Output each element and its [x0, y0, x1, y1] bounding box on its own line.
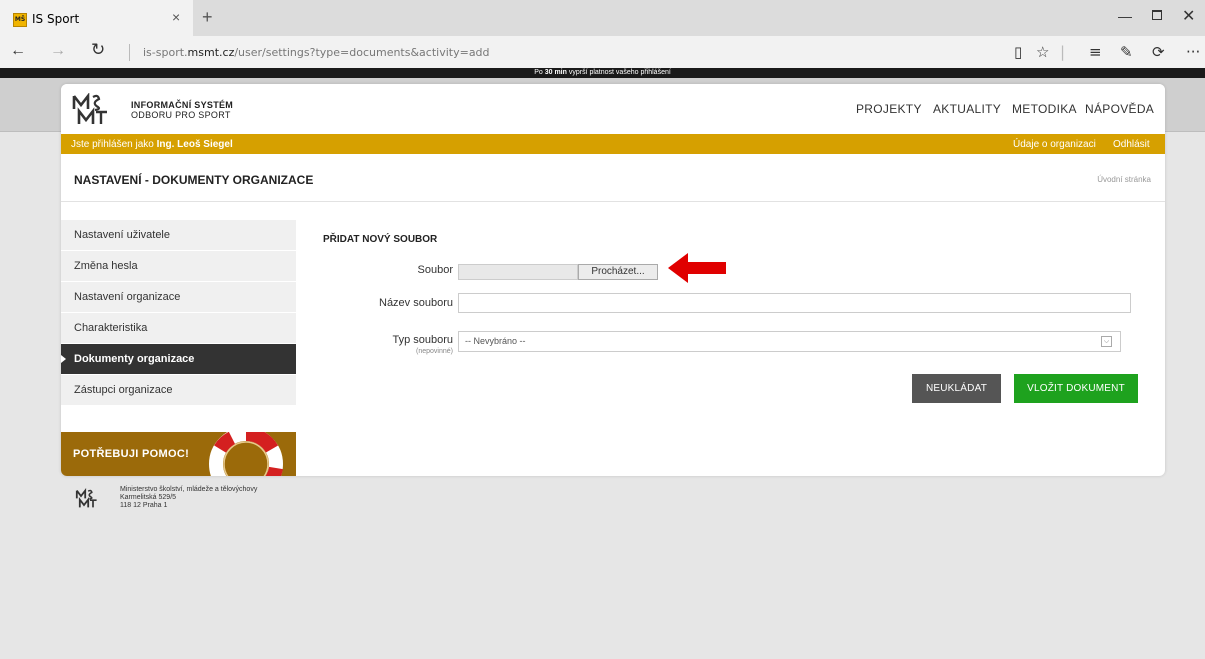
- reading-view-icon[interactable]: ▯: [1014, 43, 1022, 61]
- home-page-link[interactable]: Úvodní stránka: [1097, 175, 1151, 184]
- menu-item-projekty[interactable]: PROJEKTY: [856, 102, 922, 116]
- browser-nav-bar: ← → ↻ is-sport.msmt.cz/user/settings?typ…: [0, 36, 1205, 68]
- browser-tab-bar: MŠ IS Sport × + — ✕: [0, 0, 1205, 36]
- file-name-label: Název souboru: [379, 297, 453, 309]
- window-close-icon[interactable]: ✕: [1182, 6, 1195, 26]
- session-timeout-text: Po 30 min vyprší platnost vašeho přihláš…: [0, 68, 1205, 78]
- file-type-optional-note: (nepovinné): [416, 348, 453, 355]
- help-banner[interactable]: POTŘEBUJI POMOC!: [61, 432, 296, 476]
- address-bar[interactable]: is-sport.msmt.cz/user/settings?type=docu…: [143, 46, 490, 59]
- toolbar-divider: |: [1060, 43, 1066, 61]
- sidebar: Nastavení uživatele Změna hesla Nastaven…: [61, 220, 296, 406]
- sidebar-item-label: Zástupci organizace: [74, 384, 173, 396]
- sidebar-item-user-settings[interactable]: Nastavení uživatele: [61, 220, 296, 251]
- window-restore-icon[interactable]: [1152, 10, 1162, 20]
- sidebar-item-characteristics[interactable]: Charakteristika: [61, 313, 296, 344]
- page-body: Po 30 min vyprší platnost vašeho přihláš…: [0, 68, 1205, 659]
- footer-city: 118 12 Praha 1: [120, 502, 168, 509]
- msmt-logo-icon[interactable]: [71, 93, 121, 127]
- sidebar-item-label: Charakteristika: [74, 322, 148, 334]
- logo-subtitle: ODBORU PRO SPORT: [131, 110, 231, 120]
- web-note-icon[interactable]: ✎: [1120, 43, 1133, 61]
- file-label: Soubor: [417, 264, 453, 276]
- forward-arrow-icon[interactable]: →: [50, 42, 66, 60]
- msmt-footer-logo-icon: [75, 488, 97, 508]
- help-banner-label: POTŘEBUJI POMOC!: [73, 448, 190, 460]
- hub-icon[interactable]: ≡: [1089, 43, 1102, 61]
- back-arrow-icon[interactable]: ←: [10, 42, 26, 60]
- sidebar-item-label: Nastavení uživatele: [74, 229, 170, 241]
- menu-item-metodika[interactable]: METODIKA: [1012, 102, 1077, 116]
- page-title: NASTAVENÍ - DOKUMENTY ORGANIZACE: [74, 173, 314, 187]
- session-minutes: 30 min: [544, 69, 567, 76]
- menu-item-napoveda[interactable]: NÁPOVĚDA: [1085, 102, 1154, 116]
- menu-item-aktuality[interactable]: AKTUALITY: [933, 102, 1001, 116]
- sidebar-item-organization-settings[interactable]: Nastavení organizace: [61, 282, 296, 313]
- logged-in-text: Jste přihlášen jako Ing. Leoš Siegel: [71, 139, 233, 150]
- tab-close-icon[interactable]: ×: [172, 9, 180, 25]
- logged-in-prefix: Jste přihlášen jako: [71, 139, 157, 150]
- file-path-field[interactable]: [458, 264, 578, 280]
- logout-link[interactable]: Odhlásit: [1113, 139, 1150, 150]
- site-header: INFORMAČNÍ SYSTÉM ODBORU PRO SPORT PROJE…: [61, 84, 1165, 134]
- session-timeout-bar: Po 30 min vyprší platnost vašeho přihláš…: [0, 68, 1205, 78]
- cancel-button[interactable]: NEUKLÁDAT: [912, 374, 1001, 403]
- chevron-down-icon: ⌵: [1101, 336, 1112, 347]
- main-container: INFORMAČNÍ SYSTÉM ODBORU PRO SPORT PROJE…: [61, 84, 1165, 476]
- logo-title: INFORMAČNÍ SYSTÉM: [131, 100, 234, 110]
- insert-document-button[interactable]: VLOŽIT DOKUMENT: [1014, 374, 1138, 403]
- sidebar-item-organization-representatives[interactable]: Zástupci organizace: [61, 375, 296, 406]
- site-favicon-icon: MŠ: [13, 13, 27, 27]
- file-type-select[interactable]: -- Nevybráno -- ⌵: [458, 331, 1121, 352]
- sidebar-item-label: Nastavení organizace: [74, 291, 181, 303]
- address-domain: msmt.cz: [187, 46, 235, 59]
- footer-address: Ministerstvo školství, mládeže a tělovýc…: [120, 486, 257, 510]
- sidebar-item-label: Dokumenty organizace: [74, 353, 195, 365]
- address-prefix: is-sport.: [143, 46, 188, 59]
- address-divider: [129, 44, 130, 61]
- refresh-icon[interactable]: ↻: [91, 40, 105, 60]
- sidebar-item-change-password[interactable]: Změna hesla: [61, 251, 296, 282]
- sidebar-item-organization-documents[interactable]: Dokumenty organizace: [61, 344, 296, 375]
- sidebar-item-label: Změna hesla: [74, 260, 138, 272]
- favorite-star-icon[interactable]: ☆: [1036, 43, 1049, 61]
- new-tab-icon[interactable]: +: [202, 7, 213, 28]
- footer-ministry-name: Ministerstvo školství, mládeže a tělovýc…: [120, 486, 258, 493]
- title-row: NASTAVENÍ - DOKUMENTY ORGANIZACE Úvodní …: [61, 154, 1165, 202]
- form-heading: PŘIDAT NOVÝ SOUBOR: [323, 234, 438, 245]
- tab-title: IS Sport: [32, 12, 80, 26]
- browser-tab[interactable]: MŠ IS Sport ×: [0, 0, 193, 36]
- window-minimize-icon[interactable]: —: [1118, 8, 1132, 24]
- annotation-arrow-icon: [668, 253, 726, 283]
- organization-info-link[interactable]: Údaje o organizaci: [1013, 139, 1096, 150]
- session-prefix: Po: [534, 69, 545, 76]
- user-name: Ing. Leoš Siegel: [156, 139, 233, 150]
- address-path: /user/settings?type=documents&activity=a…: [234, 46, 490, 59]
- file-type-selected-value: -- Nevybráno --: [465, 336, 526, 346]
- file-name-input[interactable]: [458, 293, 1131, 313]
- file-type-label: Typ souboru: [392, 334, 453, 346]
- session-suffix: vyprší platnost vašeho přihlášení: [566, 69, 671, 76]
- browse-button[interactable]: Procházet...: [578, 264, 658, 280]
- user-bar: Jste přihlášen jako Ing. Leoš Siegel Úda…: [61, 134, 1165, 154]
- footer-street: Karmelitská 529/5: [120, 494, 177, 501]
- share-icon[interactable]: ⟳: [1152, 43, 1165, 61]
- more-icon[interactable]: ···: [1186, 43, 1200, 61]
- lifebuoy-icon: [209, 432, 283, 476]
